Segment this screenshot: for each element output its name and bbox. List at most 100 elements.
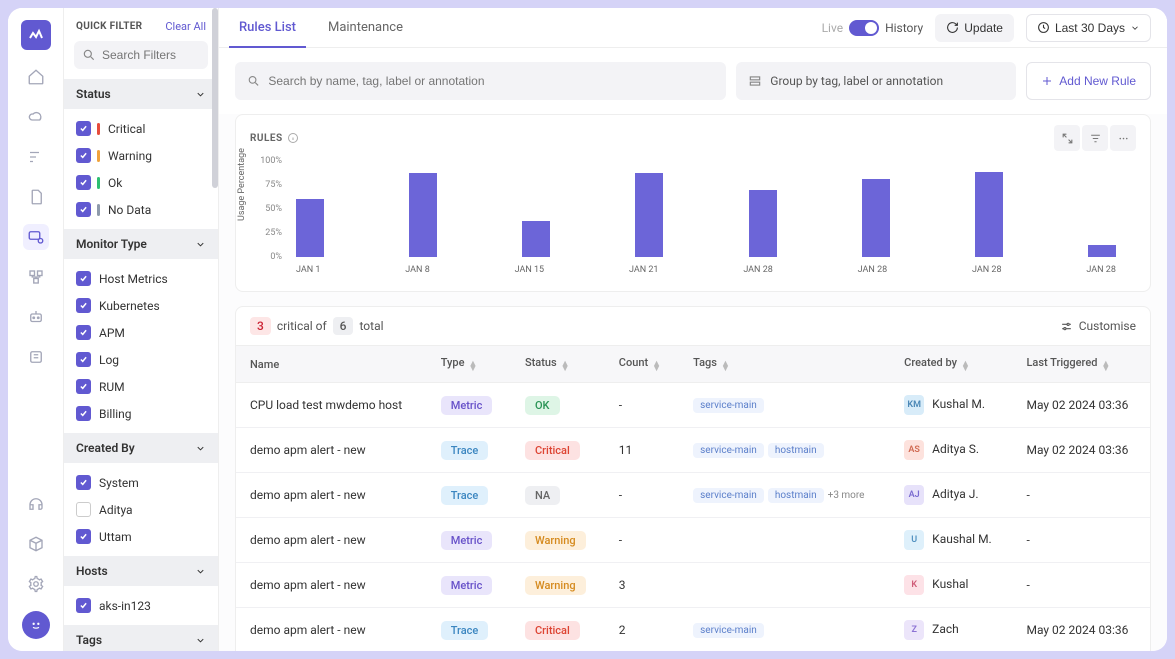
chart-bar[interactable] xyxy=(1088,245,1116,257)
clock-icon xyxy=(1037,21,1050,34)
tag-more[interactable]: +3 more xyxy=(828,490,865,501)
cell-triggered: May 02 2024 03:36 xyxy=(1012,383,1150,428)
filter-item[interactable]: Warning xyxy=(64,142,218,169)
tag[interactable]: service-main xyxy=(693,488,764,503)
tag[interactable]: hostmain xyxy=(768,488,824,503)
group-by-select[interactable]: Group by tag, label or annotation xyxy=(736,62,1016,100)
filter-item[interactable]: System xyxy=(64,469,218,496)
table-row[interactable]: demo apm alert - newTraceCritical2servic… xyxy=(236,608,1150,652)
more-icon[interactable] xyxy=(1110,125,1136,151)
filter-item-label: RUM xyxy=(99,380,125,394)
x-tick: JAN 28 xyxy=(743,265,773,275)
tag[interactable]: service-main xyxy=(693,443,764,458)
cell-triggered: - xyxy=(1012,473,1150,518)
filter-group-hosts[interactable]: Hosts xyxy=(64,556,218,586)
col-tags[interactable]: Tags▲▼ xyxy=(679,346,890,383)
col-created-by[interactable]: Created by▲▼ xyxy=(890,346,1012,383)
filter-item[interactable]: Host Metrics xyxy=(64,265,218,292)
nav-document-icon[interactable] xyxy=(23,184,49,210)
customise-button[interactable]: Customise xyxy=(1060,319,1136,333)
expand-icon[interactable] xyxy=(1054,125,1080,151)
filter-group-tags[interactable]: Tags xyxy=(64,625,218,651)
chart-bar[interactable] xyxy=(975,172,1003,257)
chevron-down-icon xyxy=(195,635,206,646)
filter-group-status[interactable]: Status xyxy=(64,79,218,109)
col-name[interactable]: Name xyxy=(236,346,427,383)
chart-bar[interactable] xyxy=(522,221,550,257)
avatar: AJ xyxy=(904,485,924,505)
status-badge: Critical xyxy=(525,621,580,640)
chevron-down-icon xyxy=(195,443,206,454)
table-row[interactable]: demo apm alert - newMetricWarning3KKusha… xyxy=(236,563,1150,608)
filter-item[interactable]: Billing xyxy=(64,400,218,427)
filter-item[interactable]: Ok xyxy=(64,169,218,196)
tag[interactable]: hostmain xyxy=(768,443,824,458)
filter-group-created-by[interactable]: Created By xyxy=(64,433,218,463)
nav-home-icon[interactable] xyxy=(23,64,49,90)
icon-sidebar xyxy=(8,8,64,651)
table-row[interactable]: demo apm alert - newTraceCritical11servi… xyxy=(236,428,1150,473)
usage-chart: Usage Percentage 100%75%50%25%0% JAN 1JA… xyxy=(236,161,1150,291)
filter-search[interactable] xyxy=(74,41,208,69)
table-row[interactable]: CPU load test mwdemo hostMetricOK-servic… xyxy=(236,383,1150,428)
filter-item[interactable]: Aditya xyxy=(64,496,218,523)
type-badge: Metric xyxy=(441,576,493,595)
checkbox-icon xyxy=(76,475,91,490)
tab-rules-list[interactable]: Rules List xyxy=(235,8,300,47)
type-badge: Trace xyxy=(441,486,489,505)
filter-item[interactable]: APM xyxy=(64,319,218,346)
table-row[interactable]: demo apm alert - newTraceNA-service-main… xyxy=(236,473,1150,518)
live-history-toggle[interactable] xyxy=(849,20,879,36)
chart-bar[interactable] xyxy=(409,173,437,257)
filter-group-monitor-type[interactable]: Monitor Type xyxy=(64,229,218,259)
tabs-bar: Rules List Maintenance Live History Upda… xyxy=(219,8,1167,48)
date-range-button[interactable]: Last 30 Days xyxy=(1026,14,1151,42)
clear-all-link[interactable]: Clear All xyxy=(165,20,206,33)
nav-cloud-icon[interactable] xyxy=(23,104,49,130)
filter-item[interactable]: No Data xyxy=(64,196,218,223)
nav-settings-icon[interactable] xyxy=(23,571,49,597)
filter-item-label: Uttam xyxy=(99,530,132,544)
filter-item[interactable]: Critical xyxy=(64,115,218,142)
nav-package-icon[interactable] xyxy=(23,531,49,557)
filter-item[interactable]: Log xyxy=(64,346,218,373)
status-badge: Warning xyxy=(525,576,586,595)
rules-search-input[interactable] xyxy=(268,74,714,88)
user-avatar[interactable] xyxy=(22,611,50,639)
col-type[interactable]: Type▲▼ xyxy=(427,346,511,383)
tag[interactable]: service-main xyxy=(693,398,764,413)
col-status[interactable]: Status▲▼ xyxy=(511,346,605,383)
tag[interactable]: service-main xyxy=(693,623,764,638)
nav-alerts-icon[interactable] xyxy=(23,224,49,250)
nav-bot-icon[interactable] xyxy=(23,304,49,330)
filter-item[interactable]: RUM xyxy=(64,373,218,400)
col-count[interactable]: Count▲▼ xyxy=(605,346,679,383)
rules-search[interactable] xyxy=(235,62,726,100)
filter-item[interactable]: Uttam xyxy=(64,523,218,550)
chart-bar[interactable] xyxy=(296,199,324,257)
table-row[interactable]: demo apm alert - newMetricWarning-UKaush… xyxy=(236,518,1150,563)
chart-bar[interactable] xyxy=(862,179,890,257)
checkbox-icon xyxy=(76,121,91,136)
cell-triggered: - xyxy=(1012,563,1150,608)
filter-icon[interactable] xyxy=(1082,125,1108,151)
info-icon[interactable] xyxy=(287,132,299,144)
tab-maintenance[interactable]: Maintenance xyxy=(324,8,407,47)
filter-item[interactable]: Kubernetes xyxy=(64,292,218,319)
nav-support-icon[interactable] xyxy=(23,491,49,517)
chart-bar[interactable] xyxy=(635,173,663,257)
col-last-triggered[interactable]: Last Triggered▲▼ xyxy=(1012,346,1150,383)
add-rule-button[interactable]: Add New Rule xyxy=(1026,62,1151,100)
nav-analytics-icon[interactable] xyxy=(23,144,49,170)
nav-db-icon[interactable] xyxy=(23,344,49,370)
cell-name: demo apm alert - new xyxy=(236,428,427,473)
update-button[interactable]: Update xyxy=(935,14,1014,42)
x-tick: JAN 1 xyxy=(296,265,320,275)
nav-infra-icon[interactable] xyxy=(23,264,49,290)
filter-item[interactable]: aks-in123 xyxy=(64,592,218,619)
live-label: Live xyxy=(822,21,843,35)
x-tick: JAN 15 xyxy=(515,265,545,275)
x-tick: JAN 28 xyxy=(1086,265,1116,275)
app-logo[interactable] xyxy=(21,20,51,50)
chart-bar[interactable] xyxy=(749,190,777,257)
